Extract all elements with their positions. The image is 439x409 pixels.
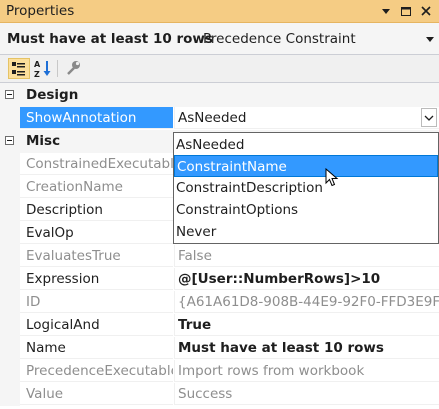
close-icon[interactable] [418,3,434,19]
property-row[interactable]: LogicalAnd True [0,314,439,337]
dropdown-option[interactable]: Never [174,221,438,243]
property-row[interactable]: Expression @[User::NumberRows]>10 [0,268,439,291]
property-value[interactable]: Must have at least 10 rows [174,337,439,359]
title-bar: Properties [0,0,439,23]
property-name: ID [20,291,173,313]
property-name: ConstrainedExecutable [20,153,173,175]
property-row[interactable]: Value Success [0,383,439,406]
dropdown-option[interactable]: ConstraintOptions [174,199,438,221]
object-name: Must have at least 10 rows [7,31,213,47]
property-row[interactable]: PrecedenceExecutable Import rows from wo… [0,360,439,383]
window-menu-icon[interactable] [378,3,394,19]
categorized-icon[interactable] [8,58,30,79]
property-row-showannotation[interactable]: ShowAnnotation AsNeeded [0,107,439,130]
property-row[interactable]: Name Must have at least 10 rows [0,337,439,360]
property-name: ShowAnnotation [20,107,173,129]
object-selector[interactable]: Must have at least 10 rows Precedence Co… [0,23,439,55]
property-value[interactable]: @[User::NumberRows]>10 [174,268,439,290]
category-label: Misc [26,133,61,149]
showannotation-dropdown-list: AsNeeded ConstraintName ConstraintDescri… [173,132,439,244]
property-name: Description [20,199,173,221]
property-value: {A61A61D8-908B-44E9-92F0-FFD3E9FA [174,291,439,313]
property-row[interactable]: EvaluatesTrue False [0,245,439,268]
dropdown-option[interactable]: AsNeeded [174,134,438,156]
property-row[interactable]: ID {A61A61D8-908B-44E9-92F0-FFD3E9FA [0,291,439,314]
category-design[interactable]: Design [0,84,439,107]
property-name: CreationName [20,176,173,198]
property-value[interactable]: True [174,314,439,336]
properties-toolbar: A Z [0,55,439,83]
mouse-cursor-icon [325,167,339,188]
property-pages-icon[interactable] [62,58,84,79]
object-type: Precedence Constraint [203,31,356,47]
collapse-icon[interactable] [5,90,14,99]
category-label: Design [26,87,79,103]
property-name: EvalOp [20,222,173,244]
property-name: EvaluatesTrue [20,245,173,267]
property-name: Value [20,383,173,405]
showannotation-combobox[interactable]: AsNeeded [174,107,439,129]
dropdown-option[interactable]: ConstraintDescription [174,177,438,199]
dropdown-button[interactable] [421,108,437,127]
window-title: Properties [6,3,75,19]
svg-text:A: A [34,60,41,69]
alphabetical-icon[interactable]: A Z [32,58,54,79]
chevron-down-icon[interactable] [423,32,437,46]
property-value: AsNeeded [178,110,247,126]
svg-text:Z: Z [34,70,40,79]
collapse-icon[interactable] [5,136,14,145]
property-name: Name [20,337,173,359]
maximize-icon[interactable] [398,3,414,19]
property-value: Success [174,383,439,405]
property-name: PrecedenceExecutable [20,360,173,382]
toolbar-separator [57,60,58,77]
property-value: Import rows from workbook [174,360,439,382]
property-name: Expression [20,268,173,290]
property-value: False [174,245,439,267]
property-name: LogicalAnd [20,314,173,336]
dropdown-option-highlighted[interactable]: ConstraintName [174,155,438,177]
